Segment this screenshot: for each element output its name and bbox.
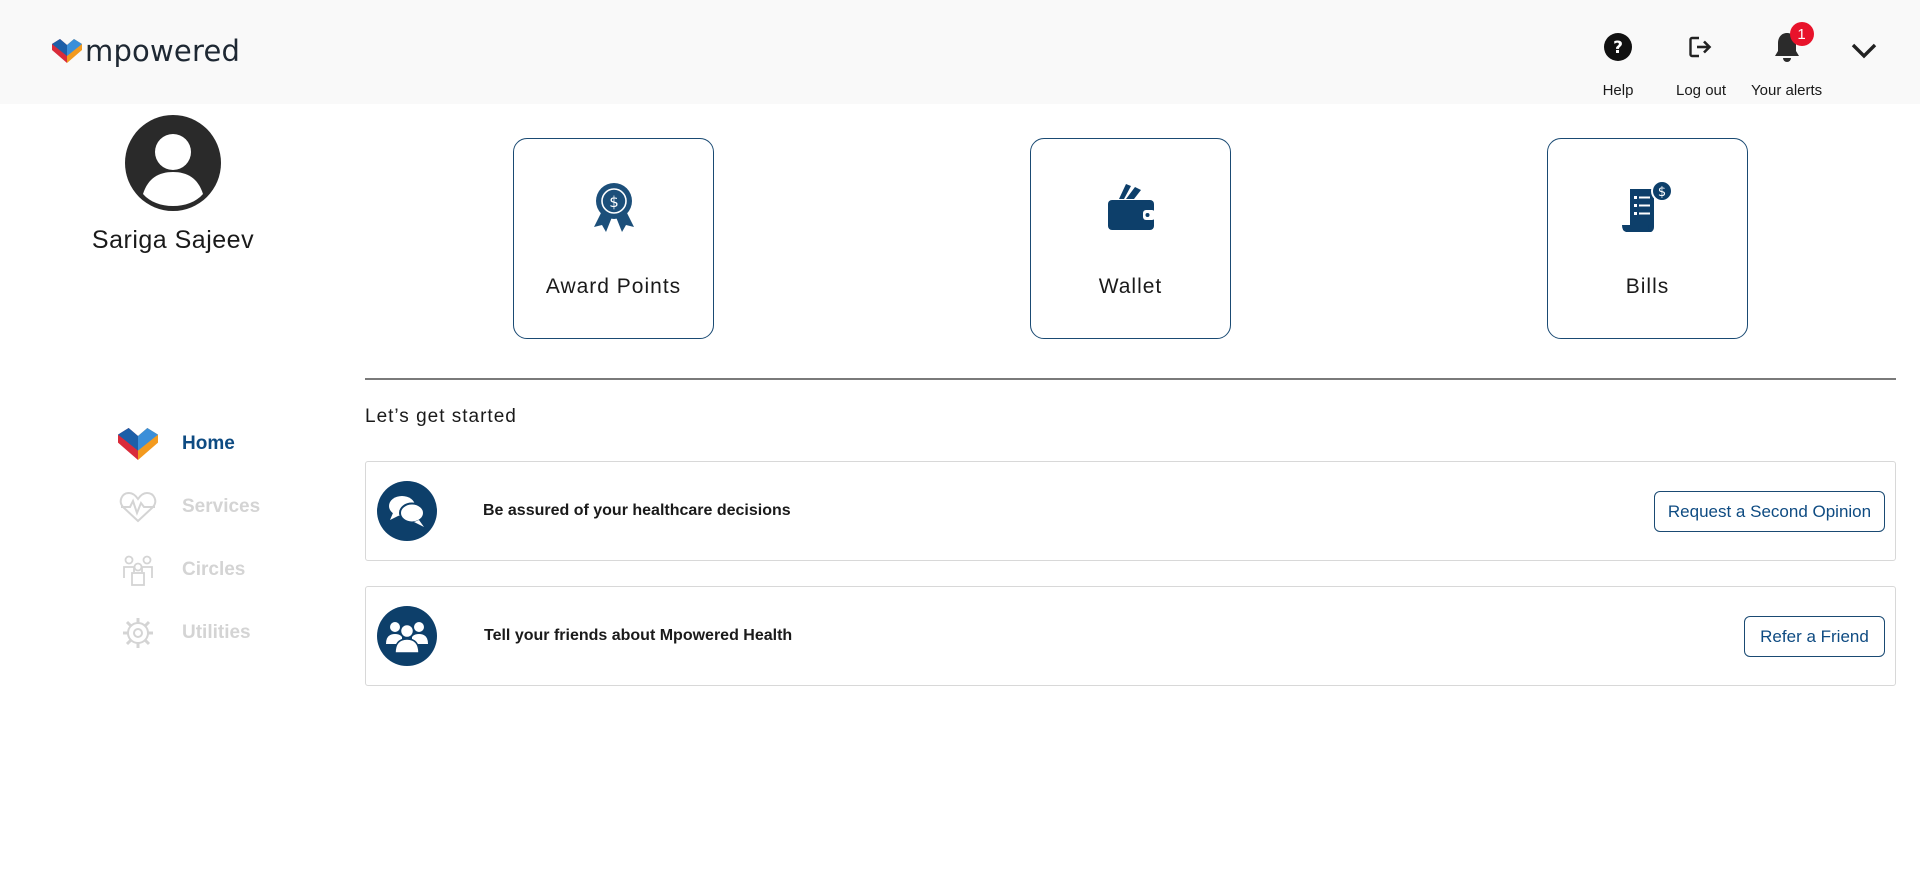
sidebar-item-utilities[interactable]: Utilities bbox=[118, 601, 318, 664]
award-ribbon-icon: $ bbox=[584, 179, 644, 235]
logout-icon bbox=[1684, 30, 1718, 64]
card-text: Tell your friends about Mpowered Health bbox=[484, 627, 793, 644]
wallet-icon bbox=[1101, 179, 1161, 235]
sidebar-item-label: Utilities bbox=[182, 621, 251, 643]
sidebar-item-home[interactable]: Home bbox=[118, 412, 318, 475]
help-label: Help bbox=[1602, 82, 1634, 99]
help-button[interactable]: ? Help bbox=[1601, 30, 1635, 99]
sidebar-item-label: Services bbox=[182, 495, 261, 517]
alerts-label: Your alerts bbox=[1751, 82, 1823, 99]
heart-pulse-icon bbox=[118, 489, 158, 525]
chevron-down-icon[interactable] bbox=[1848, 36, 1880, 64]
avatar-icon[interactable] bbox=[124, 114, 222, 212]
user-profile: Sariga Sajeev bbox=[60, 114, 286, 255]
tile-label: Wallet bbox=[1098, 275, 1163, 298]
bell-icon: 1 bbox=[1770, 22, 1814, 64]
award-points-tile[interactable]: $ Award Points bbox=[513, 138, 714, 339]
group-icon bbox=[377, 606, 437, 666]
second-opinion-card: Be assured of your healthcare decisions … bbox=[365, 461, 1896, 561]
heart-logo-icon bbox=[118, 426, 158, 462]
alerts-button[interactable]: 1 Your alerts bbox=[1751, 22, 1823, 99]
sidebar-item-circles[interactable]: Circles bbox=[118, 538, 318, 601]
bills-tile[interactable]: $ Bills bbox=[1547, 138, 1748, 339]
alerts-count-badge: 1 bbox=[1789, 22, 1814, 46]
app-logo[interactable]: mpowered bbox=[52, 34, 240, 68]
people-icon bbox=[118, 552, 158, 588]
profile-name: Sariga Sajeev bbox=[91, 226, 255, 254]
sidebar-item-label: Circles bbox=[182, 558, 246, 580]
sidebar-item-services[interactable]: Services bbox=[118, 475, 318, 538]
sidebar-item-label: Home bbox=[182, 432, 235, 454]
refer-friend-button[interactable]: Refer a Friend bbox=[1744, 616, 1885, 657]
bill-dollar-icon: $ bbox=[1618, 179, 1678, 235]
gear-icon bbox=[118, 615, 158, 651]
request-second-opinion-button[interactable]: Request a Second Opinion bbox=[1654, 491, 1885, 532]
section-title: Let’s get started bbox=[365, 406, 517, 427]
top-header: mpowered ? Help Log out 1 Your alerts bbox=[0, 0, 1920, 104]
heart-logo-icon bbox=[52, 39, 82, 63]
card-text: Be assured of your healthcare decisions bbox=[483, 502, 791, 519]
wallet-tile[interactable]: Wallet bbox=[1030, 138, 1231, 339]
logout-button[interactable]: Log out bbox=[1676, 30, 1726, 99]
svg-text:$: $ bbox=[1657, 185, 1665, 200]
logo-text: mpowered bbox=[85, 34, 241, 68]
sidebar-nav: Home Services Circles Utilities bbox=[118, 412, 318, 664]
svg-text:$: $ bbox=[609, 193, 619, 211]
tile-label: Bills bbox=[1625, 275, 1670, 298]
tile-label: Award Points bbox=[545, 275, 682, 298]
logout-label: Log out bbox=[1676, 82, 1727, 99]
section-divider bbox=[365, 378, 1896, 380]
help-icon: ? bbox=[1601, 30, 1635, 64]
refer-friend-card: Tell your friends about Mpowered Health … bbox=[365, 586, 1896, 686]
svg-text:?: ? bbox=[1613, 38, 1623, 58]
chat-bubbles-icon bbox=[377, 481, 437, 541]
